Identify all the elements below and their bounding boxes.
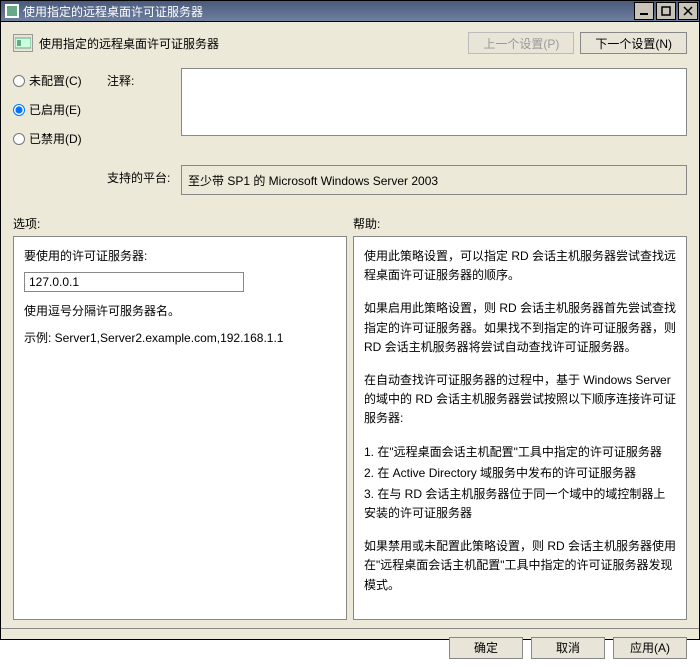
dialog-window: 使用指定的远程桌面许可证服务器 使用指定的远程桌面许可证服务器 上一个设置(P)… xyxy=(0,0,700,640)
apply-button[interactable]: 应用(A) xyxy=(613,637,687,659)
titlebar: 使用指定的远程桌面许可证服务器 xyxy=(1,1,699,22)
radio-disabled-label: 已禁用(D) xyxy=(29,130,82,147)
window-controls xyxy=(633,1,699,21)
platform-box: 至少带 SP1 的 Microsoft Windows Server 2003 xyxy=(181,165,687,195)
radio-unconfigured-label: 未配置(C) xyxy=(29,72,82,89)
options-note2: 示例: Server1,Server2.example.com,192.168.… xyxy=(24,329,336,346)
radio-unconfigured-input[interactable] xyxy=(13,75,25,87)
cancel-button[interactable]: 取消 xyxy=(531,637,605,659)
help-p2: 如果启用此策略设置，则 RD 会话主机服务器首先尝试查找指定的许可证服务器。如果… xyxy=(364,299,676,357)
help-p6: 3. 在与 RD 会话主机服务器位于同一个域中的域控制器上安装的许可证服务器 xyxy=(364,485,676,523)
prev-setting-button[interactable]: 上一个设置(P) xyxy=(468,32,574,54)
next-setting-button[interactable]: 下一个设置(N) xyxy=(580,32,687,54)
help-p1: 使用此策略设置，可以指定 RD 会话主机服务器尝试查找远程桌面许可证服务器的顺序… xyxy=(364,247,676,285)
radio-unconfigured[interactable]: 未配置(C) xyxy=(13,72,103,89)
servers-field-label: 要使用的许可证服务器: xyxy=(24,247,336,264)
nav-buttons: 上一个设置(P) 下一个设置(N) xyxy=(468,32,687,54)
radio-disabled[interactable]: 已禁用(D) xyxy=(13,130,103,147)
footer: 确定 取消 应用(A) xyxy=(1,628,699,667)
help-p5: 2. 在 Active Directory 域服务中发布的许可证服务器 xyxy=(364,464,676,483)
comment-box xyxy=(181,68,687,159)
comment-label: 注释: xyxy=(107,68,177,147)
header-row: 使用指定的远程桌面许可证服务器 上一个设置(P) 下一个设置(N) xyxy=(1,22,699,62)
platform-label: 支持的平台: xyxy=(107,165,177,195)
ok-button[interactable]: 确定 xyxy=(449,637,523,659)
options-note1: 使用逗号分隔许可服务器名。 xyxy=(24,302,336,319)
radio-group: 未配置(C) 已启用(E) 已禁用(D) xyxy=(13,68,103,147)
close-button[interactable] xyxy=(678,2,698,20)
radio-disabled-input[interactable] xyxy=(13,133,25,145)
options-panel: 要使用的许可证服务器: 使用逗号分隔许可服务器名。 示例: Server1,Se… xyxy=(13,236,347,620)
radio-enabled-label: 已启用(E) xyxy=(29,101,81,118)
policy-icon xyxy=(13,34,33,52)
window-title: 使用指定的远程桌面许可证服务器 xyxy=(23,3,633,20)
app-icon xyxy=(5,4,19,18)
help-header: 帮助: xyxy=(353,215,380,232)
maximize-button[interactable] xyxy=(656,2,676,20)
help-p4: 1. 在"远程桌面会话主机配置"工具中指定的许可证服务器 xyxy=(364,443,676,462)
radio-enabled-input[interactable] xyxy=(13,104,25,116)
panels: 要使用的许可证服务器: 使用逗号分隔许可服务器名。 示例: Server1,Se… xyxy=(1,236,699,628)
help-p3: 在自动查找许可证服务器的过程中，基于 Windows Server 的域中的 R… xyxy=(364,371,676,429)
platform-value: 至少带 SP1 的 Microsoft Windows Server 2003 xyxy=(181,165,687,195)
help-p7: 如果禁用或未配置此策略设置，则 RD 会话主机服务器使用在"远程桌面会话主机配置… xyxy=(364,537,676,595)
help-panel: 使用此策略设置，可以指定 RD 会话主机服务器尝试查找远程桌面许可证服务器的顺序… xyxy=(353,236,687,620)
options-header: 选项: xyxy=(13,215,353,232)
panel-headers: 选项: 帮助: xyxy=(1,201,699,236)
header-subtitle: 使用指定的远程桌面许可证服务器 xyxy=(39,35,468,52)
comment-textarea[interactable] xyxy=(181,68,687,136)
config-area: 未配置(C) 已启用(E) 已禁用(D) 注释: 支持的平台: 至少带 SP1 … xyxy=(1,62,699,201)
servers-input[interactable] xyxy=(24,272,244,292)
radio-enabled[interactable]: 已启用(E) xyxy=(13,101,103,118)
minimize-button[interactable] xyxy=(634,2,654,20)
